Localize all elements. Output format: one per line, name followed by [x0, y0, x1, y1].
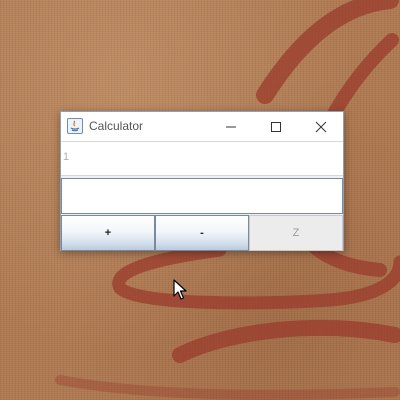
minimize-icon [225, 126, 236, 127]
window-title: Calculator [89, 119, 144, 133]
input-field[interactable] [61, 178, 343, 214]
mouse-pointer-icon [173, 279, 187, 300]
minus-button[interactable]: - [155, 215, 249, 251]
close-button[interactable] [298, 112, 343, 141]
maximize-icon [270, 121, 281, 132]
result-display[interactable]: 1 [61, 141, 343, 176]
minimize-button[interactable] [208, 112, 253, 141]
z-button[interactable]: Z [249, 215, 343, 251]
calculator-window: Calculator 1 + - Z [60, 111, 344, 251]
maximize-button[interactable] [253, 112, 298, 141]
java-app-icon [67, 118, 83, 134]
close-icon [315, 121, 326, 132]
plus-button[interactable]: + [61, 215, 155, 251]
title-bar[interactable]: Calculator [61, 112, 343, 141]
